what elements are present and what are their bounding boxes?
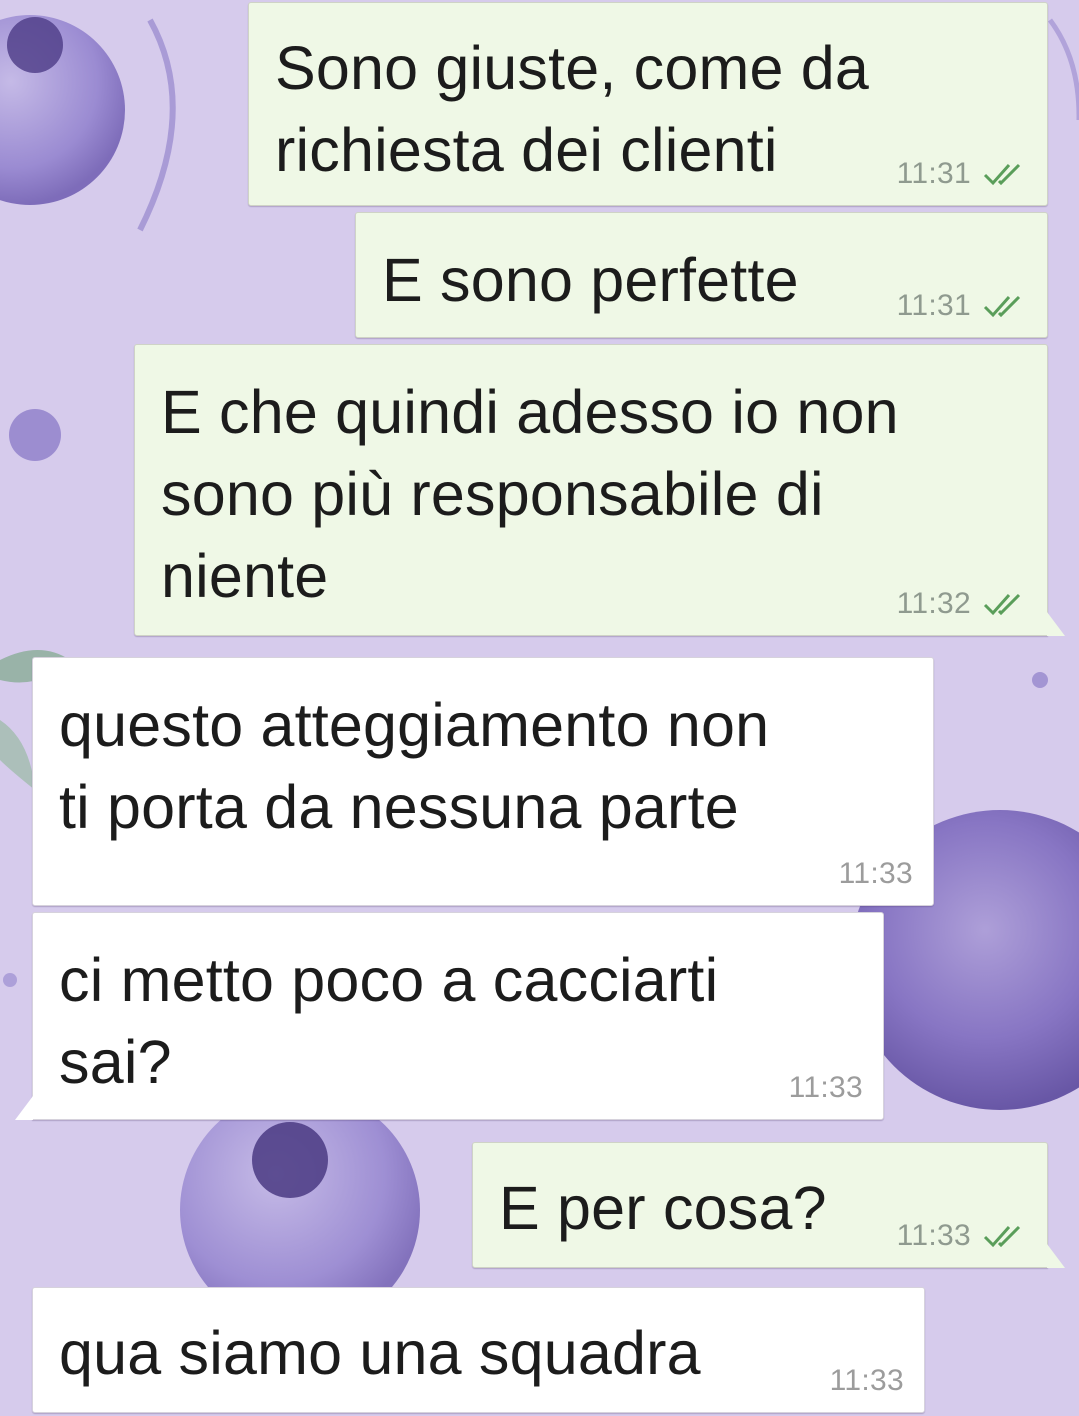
message-text: E che quindi adesso io non sono più resp… <box>161 378 899 610</box>
message-bubble-outgoing[interactable]: E sono perfette 11:31 <box>355 212 1048 338</box>
message-meta: 11:31 <box>897 157 1027 191</box>
message-time: 11:31 <box>896 157 971 190</box>
message-meta: 11:33 <box>839 857 913 891</box>
message-text: Sono giuste, come da richiesta dei clien… <box>275 34 870 184</box>
message-text: E sono perfette <box>382 246 799 314</box>
message-meta: 11:33 <box>830 1364 904 1398</box>
double-check-icon <box>983 295 1021 318</box>
double-check-icon <box>983 163 1021 186</box>
message-time: 11:33 <box>838 857 913 890</box>
message-time: 11:31 <box>896 289 971 322</box>
message-bubble-outgoing[interactable]: Sono giuste, come da richiesta dei clien… <box>248 2 1048 206</box>
bubble-tail <box>1047 1244 1065 1268</box>
message-meta: 11:33 <box>789 1071 863 1105</box>
double-check-icon <box>983 593 1021 616</box>
message-bubble-incoming[interactable]: questo atteggiamento non ti porta da nes… <box>32 657 934 906</box>
message-bubble-outgoing[interactable]: E per cosa? 11:33 <box>472 1142 1048 1268</box>
message-text: ci metto poco a cacciarti sai? <box>59 946 719 1096</box>
message-bubble-incoming[interactable]: ci metto poco a cacciarti sai? 11:33 <box>32 912 884 1120</box>
message-text: questo atteggiamento non ti porta da nes… <box>59 691 770 841</box>
message-text: qua siamo una squadra <box>59 1319 701 1387</box>
message-text: E per cosa? <box>499 1174 827 1242</box>
message-bubble-incoming[interactable]: qua siamo una squadra 11:33 <box>32 1287 925 1413</box>
message-bubble-outgoing[interactable]: E che quindi adesso io non sono più resp… <box>134 344 1048 636</box>
message-time: 11:33 <box>788 1071 863 1104</box>
double-check-icon <box>983 1225 1021 1248</box>
message-meta: 11:32 <box>897 587 1027 621</box>
message-time: 11:33 <box>829 1364 904 1397</box>
message-time: 11:33 <box>896 1219 971 1252</box>
bubble-tail <box>15 1096 33 1120</box>
message-meta: 11:33 <box>897 1219 1027 1253</box>
message-meta: 11:31 <box>897 289 1027 323</box>
bubble-tail <box>1047 612 1065 636</box>
message-time: 11:32 <box>896 587 971 620</box>
